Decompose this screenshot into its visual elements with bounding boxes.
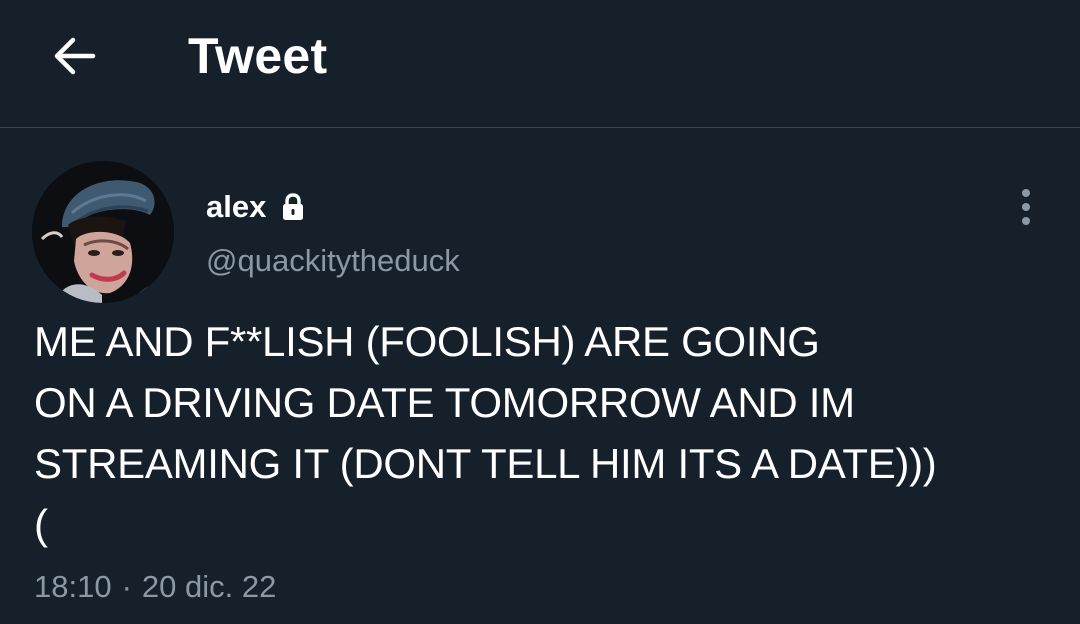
lock-icon bbox=[280, 192, 306, 222]
more-options-button[interactable] bbox=[1004, 179, 1048, 235]
arrow-left-icon bbox=[54, 37, 96, 75]
tweet-text: ME AND F**LISH (FOOLISH) ARE GOING ON A … bbox=[34, 318, 937, 548]
more-vertical-icon bbox=[1022, 189, 1030, 225]
tweet-timestamp: 18:10 · 20 dic. 22 bbox=[34, 567, 276, 607]
author-name-row: alex bbox=[206, 187, 306, 227]
tweet-date[interactable]: 20 dic. 22 bbox=[142, 567, 276, 607]
meta-separator: · bbox=[121, 569, 132, 604]
page-title: Tweet bbox=[188, 28, 328, 84]
avatar[interactable] bbox=[32, 161, 174, 303]
top-bar: Tweet bbox=[0, 0, 1080, 128]
tweet-time[interactable]: 18:10 bbox=[34, 567, 112, 607]
back-button[interactable] bbox=[44, 26, 104, 86]
author-handle[interactable]: @quackitytheduck bbox=[206, 241, 460, 281]
display-name[interactable]: alex bbox=[206, 187, 266, 227]
